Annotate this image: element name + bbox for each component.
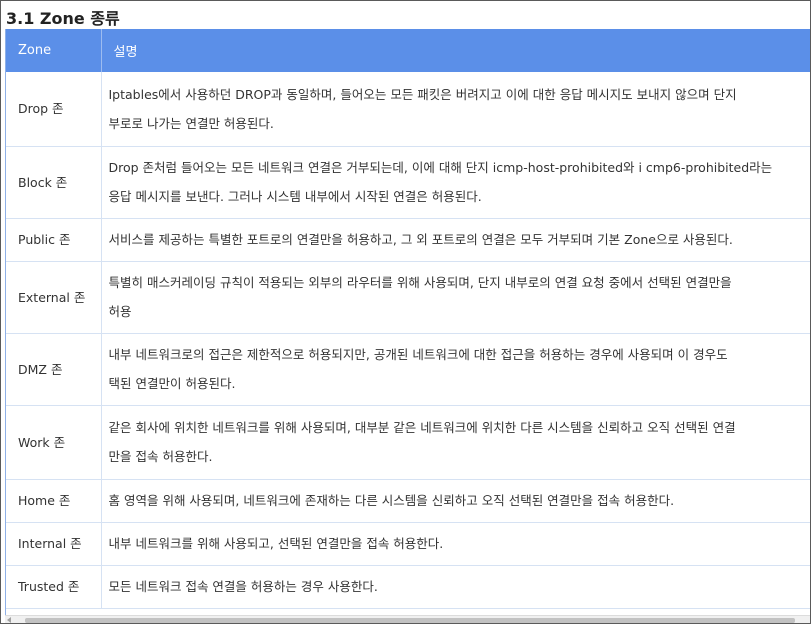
scroll-left-arrow-icon[interactable] xyxy=(7,617,11,623)
zone-name-cell: Block 존 xyxy=(6,146,102,219)
table-body: Drop 존 Iptables에서 사용하던 DROP과 동일하며, 들어오는 모… xyxy=(6,72,810,609)
zone-description-cell: 모든 네트워크 접속 연결을 허용하는 경우 사용한다. xyxy=(101,565,810,609)
description-line: 내부 네트워크로의 접근은 제한적으로 허용되지만, 공개된 네트워크에 대한 … xyxy=(108,347,728,362)
description-line: 특별히 매스커레이딩 규칙이 적용되는 외부의 라우터를 위해 사용되며, 단지… xyxy=(108,275,732,290)
description-line: 같은 회사에 위치한 네트워크를 위해 사용되며, 대부분 같은 네트워크에 위… xyxy=(108,420,736,435)
table-row: External 존 특별히 매스커레이딩 규칙이 적용되는 외부의 라우터를 위… xyxy=(6,261,810,334)
zone-name-cell: Drop 존 xyxy=(6,72,102,147)
table-header: Zone 설명 xyxy=(6,29,810,72)
table-row: Drop 존 Iptables에서 사용하던 DROP과 동일하며, 들어오는 모… xyxy=(6,72,810,147)
scrollbar-thumb[interactable] xyxy=(25,618,795,623)
zone-description-cell: 내부 네트워크를 위해 사용되고, 선택된 연결만을 접속 허용한다. xyxy=(101,522,810,566)
zone-description-cell: Iptables에서 사용하던 DROP과 동일하며, 들어오는 모든 패킷은 … xyxy=(101,72,810,147)
table-row: Home 존 홈 영역을 위해 사용되며, 네트워크에 존재하는 다른 시스템을 … xyxy=(6,479,810,523)
description-line: 모든 네트워크 접속 연결을 허용하는 경우 사용한다. xyxy=(108,579,378,594)
description-line: 부로로 나가는 연결만 허용된다. xyxy=(108,115,274,131)
header-zone: Zone xyxy=(6,29,102,72)
zone-name-cell: Trusted 존 xyxy=(6,565,102,609)
zone-table: Zone 설명 Drop 존 Iptables에서 사용하던 DROP과 동일하며… xyxy=(6,29,810,609)
zone-description-cell: 홈 영역을 위해 사용되며, 네트워크에 존재하는 다른 시스템을 신뢰하고 오… xyxy=(101,479,810,523)
document-frame: 3.1 Zone 종류 Zone 설명 Drop 존 Iptables에서 사용하… xyxy=(0,0,811,624)
header-description: 설명 xyxy=(101,29,810,72)
table-row: Trusted 존 모든 네트워크 접속 연결을 허용하는 경우 사용한다. xyxy=(6,565,810,609)
zone-description-cell: 내부 네트워크로의 접근은 제한적으로 허용되지만, 공개된 네트워크에 대한 … xyxy=(101,333,810,406)
zone-table-container[interactable]: Zone 설명 Drop 존 Iptables에서 사용하던 DROP과 동일하며… xyxy=(5,29,810,615)
header-row: Zone 설명 xyxy=(6,29,810,72)
zone-description-cell: 같은 회사에 위치한 네트워크를 위해 사용되며, 대부분 같은 네트워크에 위… xyxy=(101,405,810,480)
description-line: 만을 접속 허용한다. xyxy=(108,449,213,464)
zone-description-cell: Drop 존처럼 들어오는 모든 네트워크 연결은 거부되는데, 이에 대해 단… xyxy=(101,146,810,219)
table-row: Public 존 서비스를 제공하는 특별한 포트로의 연결만을 허용하고, 그 … xyxy=(6,218,810,262)
description-line: Iptables에서 사용하던 DROP과 동일하며, 들어오는 모든 패킷은 … xyxy=(108,86,737,102)
table-row: Block 존 Drop 존처럼 들어오는 모든 네트워크 연결은 거부되는데, … xyxy=(6,146,810,219)
zone-name-cell: External 존 xyxy=(6,261,102,334)
description-line: 택된 연결만이 허용된다. xyxy=(108,376,236,391)
description-line: 허용 xyxy=(108,304,132,319)
zone-name-cell: Home 존 xyxy=(6,479,102,523)
zone-description-cell: 특별히 매스커레이딩 규칙이 적용되는 외부의 라우터를 위해 사용되며, 단지… xyxy=(101,261,810,334)
zone-name-cell: Public 존 xyxy=(6,218,102,262)
description-line: 응답 메시지를 보낸다. 그러나 시스템 내부에서 시작된 연결은 허용된다. xyxy=(108,189,482,204)
section-title: 3.1 Zone 종류 xyxy=(6,9,120,28)
zone-name-cell: DMZ 존 xyxy=(6,333,102,406)
zone-name-cell: Internal 존 xyxy=(6,522,102,566)
zone-description-cell: 서비스를 제공하는 특별한 포트로의 연결만을 허용하고, 그 외 포트로의 연… xyxy=(101,218,810,262)
description-line: 서비스를 제공하는 특별한 포트로의 연결만을 허용하고, 그 외 포트로의 연… xyxy=(108,232,733,247)
description-line: 내부 네트워크를 위해 사용되고, 선택된 연결만을 접속 허용한다. xyxy=(108,536,444,551)
table-row: Internal 존 내부 네트워크를 위해 사용되고, 선택된 연결만을 접속 … xyxy=(6,522,810,566)
table-row: DMZ 존 내부 네트워크로의 접근은 제한적으로 허용되지만, 공개된 네트워크… xyxy=(6,333,810,406)
description-line: Drop 존처럼 들어오는 모든 네트워크 연결은 거부되는데, 이에 대해 단… xyxy=(108,160,773,175)
description-line: 홈 영역을 위해 사용되며, 네트워크에 존재하는 다른 시스템을 신뢰하고 오… xyxy=(108,493,675,508)
horizontal-scrollbar[interactable] xyxy=(5,615,810,623)
zone-name-cell: Work 존 xyxy=(6,405,102,480)
table-row: Work 존 같은 회사에 위치한 네트워크를 위해 사용되며, 대부분 같은 네… xyxy=(6,405,810,480)
